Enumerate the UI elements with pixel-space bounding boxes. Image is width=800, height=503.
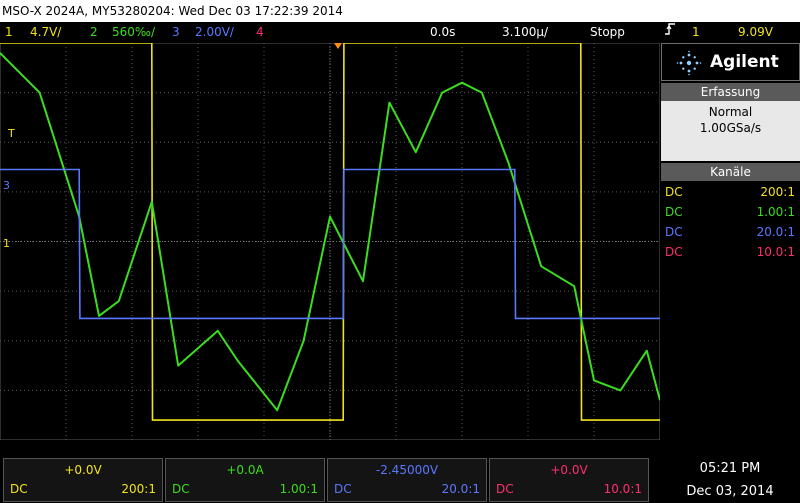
ch3-bottom-probe: 20.0:1 [441, 482, 480, 496]
ch3-bottom-coupling: DC [334, 482, 352, 496]
ch4-number[interactable]: 4 [256, 22, 264, 42]
brand-name: Agilent [710, 52, 779, 72]
trigger-edge-icon [664, 22, 676, 42]
acquisition-mode: Normal [708, 105, 753, 119]
title-bar: MSO-X 2024A, MY53280204: Wed Dec 03 17:2… [0, 0, 800, 22]
ch2-offset: +0.0A [226, 463, 264, 477]
ch4-probe: 10.0:1 [756, 245, 795, 259]
ch1-probe: 200:1 [760, 185, 795, 199]
clock: 05:21 PM Dec 03, 2014 [660, 458, 800, 502]
ch2-coupling: DC [665, 205, 683, 219]
ch4-offset: +0.0V [550, 463, 588, 477]
bottom-channel-bar: +0.0V DC 200:1 +0.0A DC 1.00:1 -2.45000V… [3, 458, 651, 502]
channel-row-1[interactable]: DC 200:1 [661, 182, 800, 202]
clock-time: 05:21 PM [699, 461, 761, 476]
ch2-bottom-coupling: DC [172, 482, 190, 496]
acquisition-body[interactable]: Normal 1.00GSa/s [661, 101, 800, 161]
agilent-spark-icon [676, 50, 702, 76]
softkey-ch2[interactable]: +0.0A DC 1.00:1 [165, 458, 325, 502]
ch1-offset: +0.0V [64, 463, 102, 477]
ch3-number[interactable]: 3 [172, 22, 180, 42]
ch4-coupling: DC [665, 245, 683, 259]
waveform-display[interactable]: T 3 1 [0, 43, 660, 440]
clock-date: Dec 03, 2014 [686, 484, 774, 499]
run-state[interactable]: Stopp [590, 22, 625, 42]
ch1-scale[interactable]: 4.7V/ [30, 22, 61, 42]
trigger-channel[interactable]: 1 [692, 22, 700, 42]
ch2-scale[interactable]: 560‰/ [112, 22, 155, 42]
channel-bar: 1 4.7V/ 2 560‰/ 3 2.00V/ 4 0.0s 3.100µ/ … [0, 22, 800, 42]
acquisition-header: Erfassung [661, 83, 800, 101]
brand-box: Agilent [661, 43, 800, 81]
sample-rate: 1.00GSa/s [699, 121, 762, 135]
ch2-number[interactable]: 2 [90, 22, 98, 42]
ch3-offset: -2.45000V [375, 463, 439, 477]
ch1-ground-marker[interactable]: 1 [3, 237, 10, 250]
right-panel: Agilent Erfassung Normal 1.00GSa/s Kanäl… [661, 43, 800, 269]
trigger-level-marker[interactable]: T [7, 127, 15, 140]
ch3-coupling: DC [665, 225, 683, 239]
ch1-number[interactable]: 1 [5, 22, 13, 42]
channels-header: Kanäle [661, 163, 800, 181]
softkey-ch1[interactable]: +0.0V DC 200:1 [3, 458, 163, 502]
channel-row-2[interactable]: DC 1.00:1 [661, 202, 800, 222]
ch2-probe: 1.00:1 [756, 205, 795, 219]
title-text: MSO-X 2024A, MY53280204: Wed Dec 03 17:2… [2, 4, 343, 18]
ch2-bottom-probe: 1.00:1 [279, 482, 318, 496]
ch3-ground-marker[interactable]: 3 [3, 179, 10, 192]
ch4-bottom-probe: 10.0:1 [603, 482, 642, 496]
channel-row-3[interactable]: DC 20.0:1 [661, 222, 800, 242]
ch1-coupling: DC [665, 185, 683, 199]
ch1-bottom-probe: 200:1 [121, 482, 156, 496]
time-scale[interactable]: 3.100µ/ [502, 22, 548, 42]
ch3-probe: 20.0:1 [756, 225, 795, 239]
softkey-ch3[interactable]: -2.45000V DC 20.0:1 [327, 458, 487, 502]
trigger-level[interactable]: 9.09V [738, 22, 773, 42]
ch1-bottom-coupling: DC [10, 482, 28, 496]
ch4-bottom-coupling: DC [496, 482, 514, 496]
channel-row-4[interactable]: DC 10.0:1 [661, 242, 800, 262]
softkey-ch4[interactable]: +0.0V DC 10.0:1 [489, 458, 649, 502]
time-position[interactable]: 0.0s [430, 22, 455, 42]
ch3-scale[interactable]: 2.00V/ [195, 22, 234, 42]
